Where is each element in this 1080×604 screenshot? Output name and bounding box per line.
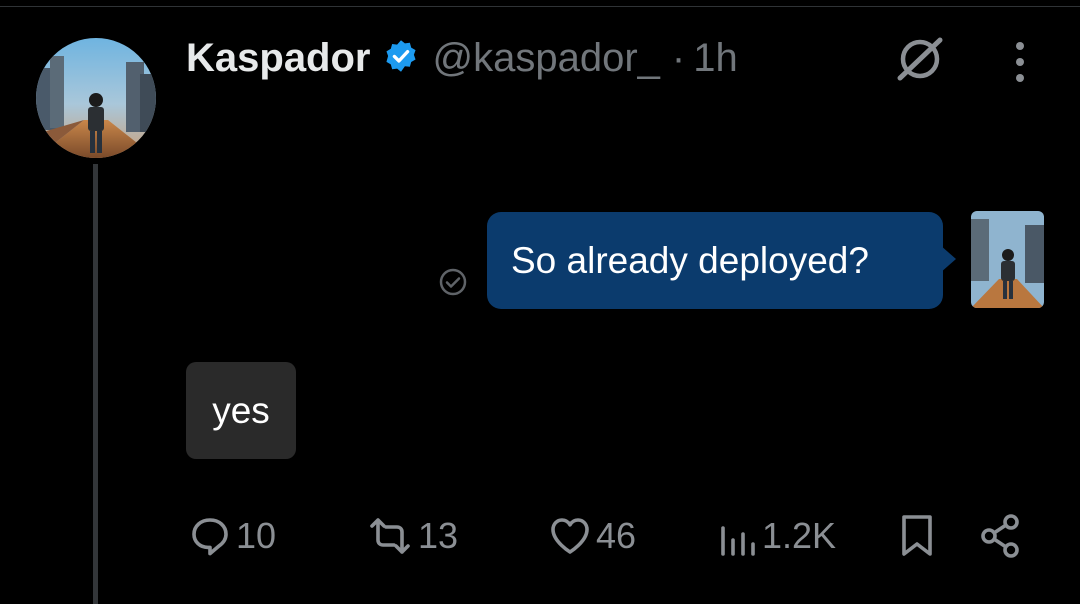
- share-button[interactable]: [978, 506, 1022, 566]
- grok-icon[interactable]: [892, 34, 948, 84]
- message-text: So already deployed?: [511, 239, 869, 281]
- message-avatar: [971, 211, 1044, 308]
- reply-button[interactable]: 10: [188, 506, 276, 566]
- like-count: 46: [596, 515, 637, 556]
- share-icon: [981, 514, 1019, 558]
- author-avatar[interactable]: [36, 38, 156, 158]
- more-vertical-icon[interactable]: [1006, 38, 1034, 86]
- reply-icon: [192, 518, 228, 556]
- repost-icon: [370, 518, 410, 554]
- bubble-tail: [940, 245, 956, 273]
- author-name[interactable]: Kaspador: [186, 36, 371, 81]
- heart-icon: [551, 518, 589, 554]
- message-bubble-incoming[interactable]: yes: [186, 362, 296, 459]
- bookmark-button[interactable]: [898, 506, 936, 566]
- post-time[interactable]: 1h: [693, 36, 738, 81]
- message-text: yes: [212, 389, 270, 431]
- views-button[interactable]: 1.2K: [718, 506, 836, 566]
- verified-badge-icon: [371, 38, 419, 79]
- author-handle[interactable]: @kaspador_: [433, 36, 660, 81]
- bookmark-icon: [902, 515, 932, 556]
- time-separator: ·: [671, 35, 686, 80]
- like-button[interactable]: 46: [548, 506, 636, 566]
- post-header: Kaspador @kaspador_ · 1h: [186, 30, 738, 86]
- view-count: 1.2K: [762, 515, 837, 556]
- top-divider: [0, 6, 1080, 7]
- reply-count: 10: [236, 515, 277, 556]
- message-bubble-outgoing[interactable]: So already deployed?: [487, 212, 943, 309]
- repost-count: 13: [418, 515, 459, 556]
- action-bar: 10 13 46 1.2K: [0, 506, 1080, 566]
- check-circle-icon: [438, 267, 468, 297]
- repost-button[interactable]: 13: [366, 506, 458, 566]
- views-icon: [721, 526, 755, 556]
